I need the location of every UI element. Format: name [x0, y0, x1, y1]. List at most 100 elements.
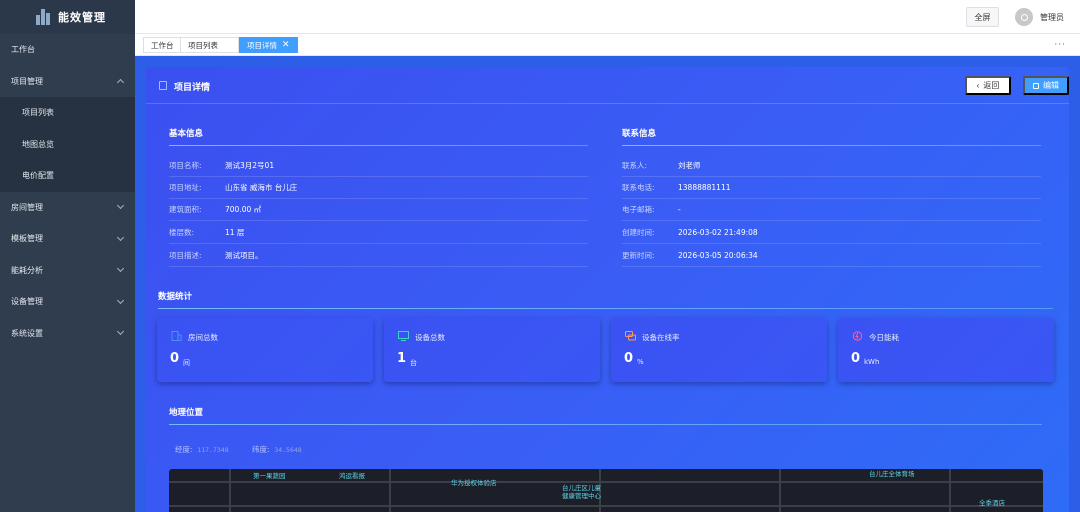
- building-logo-icon: [36, 9, 50, 25]
- sidebar-item-room-management[interactable]: 房间管理: [0, 192, 135, 224]
- chevron-down-icon: [116, 328, 125, 336]
- map-road: [229, 469, 231, 512]
- info-label: 联系人:: [622, 161, 648, 170]
- chevron-up-icon: [116, 79, 125, 87]
- edit-label: 编辑: [1043, 81, 1059, 90]
- longitude: 经度: 117.7348: [175, 444, 229, 455]
- info-value: 700.00 ㎡: [225, 205, 262, 214]
- chat-icon: [625, 331, 636, 341]
- avatar[interactable]: [1015, 8, 1033, 26]
- energy-icon: [852, 331, 863, 341]
- sidebar-item-label: 系统设置: [11, 328, 43, 338]
- chevron-left-icon: ‹: [976, 81, 980, 90]
- info-label: 创建时间:: [622, 228, 655, 237]
- stat-value: 0: [170, 351, 180, 366]
- map-label: 健康管理中心: [562, 492, 601, 500]
- latitude-value: 34.5648: [274, 446, 302, 454]
- stat-card-online-rate: 设备在线率 0 %: [611, 318, 827, 382]
- sidebar-item-energy-analysis[interactable]: 能耗分析: [0, 255, 135, 287]
- document-icon: [159, 81, 167, 90]
- info-label: 项目名称:: [169, 161, 202, 170]
- map-label: 鸿运看报: [339, 472, 365, 480]
- info-value: 测试项目。: [225, 251, 263, 260]
- sidebar: 能效管理 工作台 项目管理 项目列表 地图总览 电价配置 房间管理 模板管理 能…: [0, 0, 135, 512]
- sidebar-item-label: 项目列表: [22, 108, 54, 118]
- map-road: [949, 469, 951, 512]
- main-content: 项目详情 ‹ 返回 编辑 基本信息 项目名称: 测试3月2号01 项目地址: 山…: [135, 56, 1080, 512]
- longitude-value: 117.7348: [197, 446, 229, 454]
- longitude-label: 经度:: [175, 445, 193, 454]
- basic-info-divider: [169, 145, 588, 146]
- stat-unit: %: [637, 358, 644, 366]
- chevron-down-icon: [116, 265, 125, 273]
- info-value: 11 层: [225, 228, 245, 237]
- app-title: 能效管理: [58, 11, 106, 24]
- info-label: 联系电话:: [622, 183, 655, 192]
- edit-icon: [1033, 82, 1039, 89]
- edit-button[interactable]: 编辑: [1023, 76, 1069, 95]
- chevron-down-icon: [116, 296, 125, 304]
- info-value: 测试3月2号01: [225, 161, 275, 170]
- sidebar-item-price-config[interactable]: 电价配置: [0, 160, 135, 192]
- back-button[interactable]: ‹ 返回: [965, 76, 1011, 95]
- logo[interactable]: 能效管理: [0, 0, 135, 34]
- sidebar-item-workbench[interactable]: 工作台: [0, 34, 135, 66]
- sidebar-item-label: 地图总览: [22, 139, 54, 149]
- info-row-updated-time: 更新时间: 2026-03-05 20:06:34: [622, 245, 1041, 267]
- sidebar-item-project-list[interactable]: 项目列表: [0, 97, 135, 129]
- map-label: 华为授权体验店: [451, 479, 497, 487]
- info-row-building-area: 建筑面积: 700.00 ㎡: [169, 199, 588, 221]
- sidebar-item-label: 项目管理: [11, 76, 43, 86]
- back-label: 返回: [983, 81, 1000, 90]
- stat-card-rooms: 房间总数 0 间: [157, 318, 373, 382]
- contact-info-divider: [622, 145, 1041, 146]
- sidebar-item-label: 电价配置: [22, 171, 54, 181]
- close-icon[interactable]: ✕: [282, 40, 290, 50]
- monitor-icon: [398, 331, 409, 341]
- stat-label: 设备总数: [415, 333, 445, 342]
- basic-info-title: 基本信息: [169, 129, 204, 139]
- sidebar-item-map-overview[interactable]: 地图总览: [0, 128, 135, 160]
- sidebar-item-label: 模板管理: [11, 234, 43, 244]
- stat-unit: kWh: [864, 358, 880, 366]
- stat-label: 今日能耗: [869, 333, 899, 342]
- tab-project-list[interactable]: 项目列表: [180, 37, 239, 53]
- sidebar-item-label: 设备管理: [11, 297, 43, 307]
- contact-info-title: 联系信息: [622, 129, 657, 139]
- stat-value: 0: [851, 351, 861, 366]
- info-label: 楼层数:: [169, 228, 195, 237]
- info-value: 2026-03-05 20:06:34: [678, 251, 758, 260]
- location-map[interactable]: 第一果蔬园 鸿运看报 华为授权体验店 台儿庄区儿童 健康管理中心 台儿庄全体育场…: [169, 469, 1043, 512]
- tab-workbench[interactable]: 工作台: [143, 37, 182, 53]
- info-row-created-time: 创建时间: 2026-03-02 21:49:08: [622, 222, 1041, 244]
- geo-divider: [169, 424, 1042, 425]
- sidebar-item-template-management[interactable]: 模板管理: [0, 223, 135, 255]
- sidebar-item-project-management[interactable]: 项目管理: [0, 66, 135, 98]
- info-row-email: 电子邮箱: -: [622, 199, 1041, 221]
- stats-title: 数据统计: [158, 292, 193, 302]
- info-row-contact-person: 联系人: 刘老师: [622, 155, 1041, 177]
- info-value: 13888881111: [678, 183, 731, 192]
- user-name[interactable]: 管理员: [1040, 12, 1064, 23]
- more-icon[interactable]: ···: [1054, 40, 1066, 50]
- tab-project-detail[interactable]: 项目详情 ✕: [239, 37, 298, 53]
- sidebar-item-label: 房间管理: [11, 202, 43, 212]
- stat-card-devices: 设备总数 1 台: [384, 318, 600, 382]
- sidebar-item-label: 工作台: [11, 45, 35, 55]
- stat-label: 房间总数: [188, 333, 218, 342]
- map-road: [779, 469, 781, 512]
- stat-card-energy: 今日能耗 0 kWh: [838, 318, 1054, 382]
- tab-label: 项目列表: [188, 40, 218, 50]
- fullscreen-button[interactable]: 全屏: [966, 7, 999, 27]
- sidebar-item-label: 能耗分析: [11, 265, 43, 275]
- building-icon: [171, 331, 182, 341]
- tabs-bar: 工作台 项目列表 项目详情 ✕ ···: [135, 34, 1080, 56]
- info-row-description: 项目描述: 测试项目。: [169, 245, 588, 267]
- sidebar-item-system-settings[interactable]: 系统设置: [0, 318, 135, 350]
- sidebar-item-device-management[interactable]: 设备管理: [0, 286, 135, 318]
- info-value: 山东省 威海市 台儿庄: [225, 183, 298, 192]
- stat-label: 设备在线率: [642, 333, 680, 342]
- info-row-contact-phone: 联系电话: 13888881111: [622, 177, 1041, 199]
- latitude: 纬度: 34.5648: [252, 444, 302, 455]
- info-value: -: [678, 205, 681, 214]
